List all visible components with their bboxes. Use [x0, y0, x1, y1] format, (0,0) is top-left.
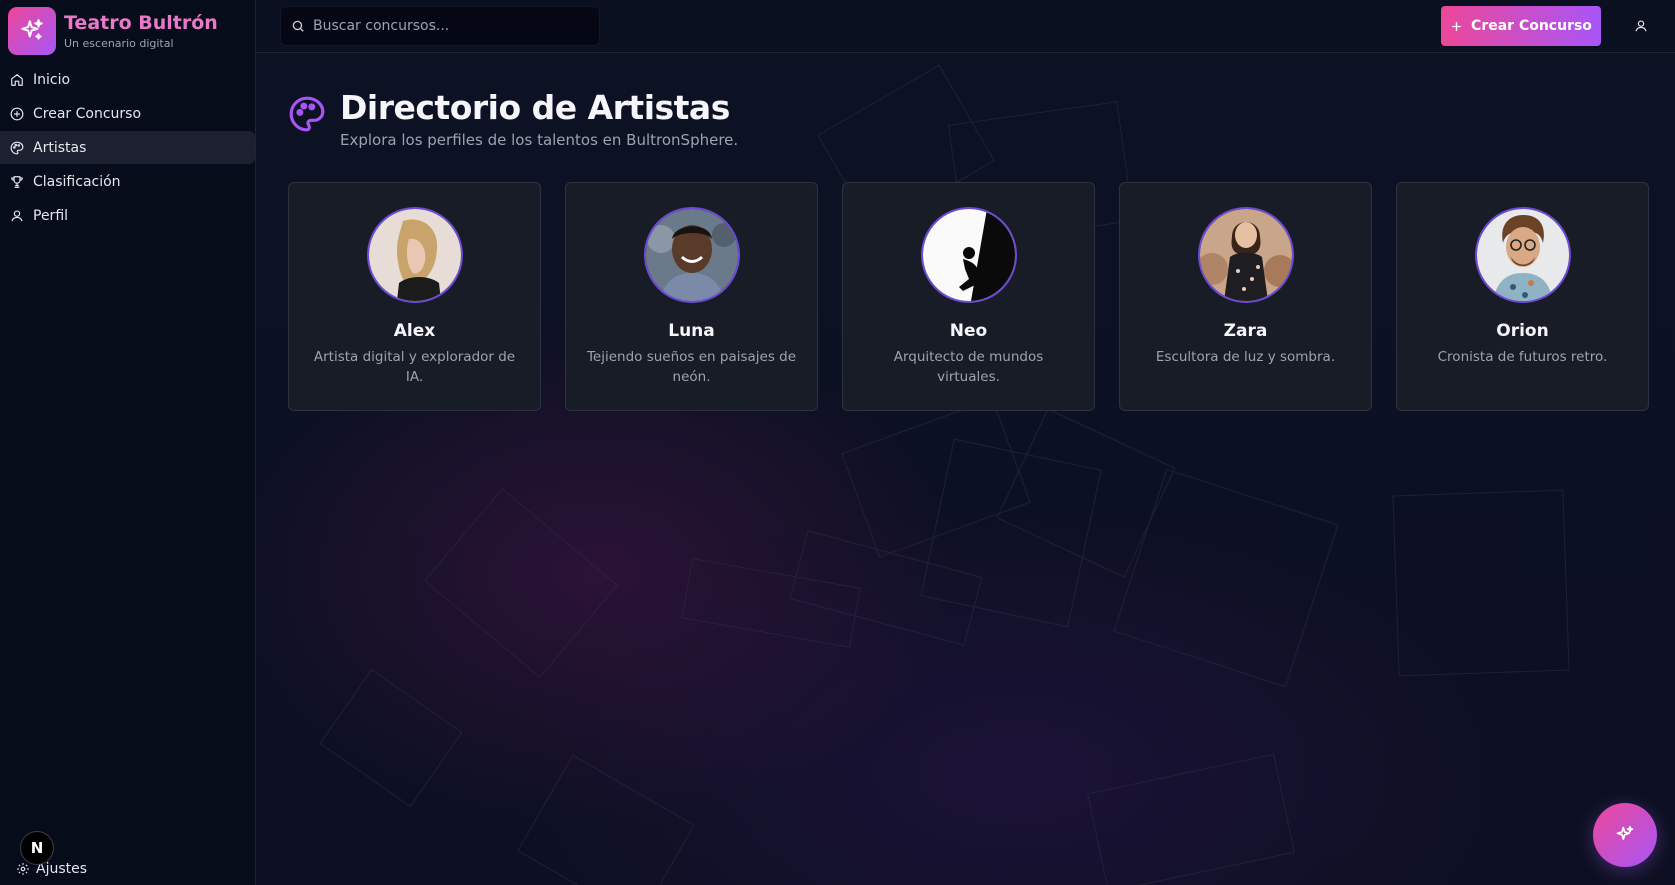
gear-icon	[17, 863, 29, 875]
artist-bio: Arquitecto de mundos virtuales.	[893, 349, 1044, 385]
avatar	[643, 207, 740, 303]
sidebar-item-label: Artistas	[33, 139, 87, 156]
topbar: Buscar concursos... Crear Concurso	[256, 0, 1675, 53]
plus-circle-icon	[10, 107, 24, 120]
user-icon	[1635, 20, 1647, 32]
artist-card-orion[interactable]: Orion Cronista de futuros retro.	[1396, 182, 1649, 411]
sidebar-item-perfil[interactable]: Perfil	[0, 199, 255, 232]
sidebar-item-inicio[interactable]: Inicio	[0, 63, 255, 96]
artist-name: Alex	[393, 321, 436, 341]
plus-icon	[1452, 21, 1461, 31]
background-decoration	[319, 64, 1570, 885]
page-title: Directorio de Artistas	[340, 88, 730, 127]
artist-bio: Cronista de futuros retro.	[1437, 349, 1608, 365]
sidebar-item-clasificacion[interactable]: Clasificación	[0, 165, 255, 198]
search-icon	[292, 20, 304, 32]
sidebar: Teatro Bultrón Un escenario digital Inic…	[0, 0, 256, 885]
dev-tools-badge[interactable]: N	[20, 831, 54, 865]
ai-assistant-fab[interactable]	[1593, 803, 1657, 867]
user-icon	[11, 209, 23, 221]
artist-card-zara[interactable]: Zara Escultora de luz y sombra.	[1119, 182, 1372, 411]
artist-card-neo[interactable]: Neo Arquitecto de mundos virtuales.	[842, 182, 1095, 411]
sidebar-item-crear-concurso[interactable]: Crear Concurso	[0, 97, 255, 130]
sidebar-item-label: Crear Concurso	[33, 105, 142, 122]
artist-name: Orion	[1496, 321, 1549, 341]
artist-bio: Artista digital y explorador de IA.	[313, 349, 516, 385]
main-content: Directorio de Artistas Explora los perfi…	[256, 53, 1675, 885]
page-subtitle: Explora los perfiles de los talentos en …	[340, 131, 739, 149]
sidebar-item-ajustes[interactable]: Ajustes	[16, 861, 87, 877]
create-contest-label: Crear Concurso	[1471, 18, 1592, 34]
avatar	[920, 207, 1017, 303]
artist-name: Neo	[949, 321, 988, 341]
brand[interactable]: Teatro Bultrón Un escenario digital	[0, 0, 255, 62]
artist-name: Luna	[668, 321, 715, 341]
search-placeholder: Buscar concursos...	[313, 18, 450, 34]
sidebar-item-label: Clasificación	[33, 173, 121, 190]
avatar	[1197, 207, 1294, 303]
artist-grid: Alex Artista digital y explorador de IA.…	[288, 182, 1649, 411]
sidebar-nav: Inicio Crear Concurso Artistas Clasifica…	[0, 63, 255, 232]
search-input[interactable]: Buscar concursos...	[280, 6, 600, 46]
artist-card-alex[interactable]: Alex Artista digital y explorador de IA.	[288, 182, 541, 411]
brand-title: Teatro Bultrón	[64, 12, 218, 34]
user-menu-button[interactable]	[1631, 16, 1651, 36]
brand-subtitle: Un escenario digital	[64, 37, 174, 50]
artist-name: Zara	[1223, 321, 1268, 341]
sparkles-icon	[8, 7, 56, 55]
sidebar-item-label: Inicio	[33, 71, 71, 88]
page-header: Directorio de Artistas Explora los perfi…	[288, 89, 738, 149]
sparkles-icon	[1616, 825, 1634, 840]
palette-icon	[289, 96, 325, 132]
palette-icon	[10, 141, 24, 154]
sidebar-item-artistas[interactable]: Artistas	[0, 131, 255, 164]
trophy-icon	[11, 175, 23, 188]
artist-bio: Escultora de luz y sombra.	[1155, 349, 1336, 365]
home-icon	[11, 73, 23, 86]
avatar	[1474, 207, 1571, 303]
create-contest-button[interactable]: Crear Concurso	[1441, 6, 1601, 46]
avatar	[366, 207, 463, 303]
artist-bio: Tejiendo sueños en paisajes de neón.	[586, 349, 797, 385]
sidebar-item-label: Perfil	[33, 207, 69, 224]
artist-card-luna[interactable]: Luna Tejiendo sueños en paisajes de neón…	[565, 182, 818, 411]
